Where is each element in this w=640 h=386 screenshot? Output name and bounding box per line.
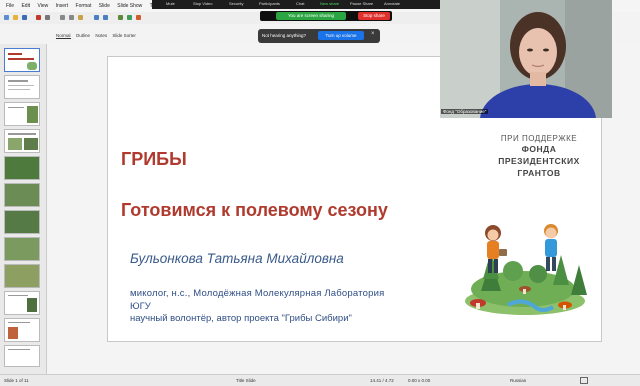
slide-thumb[interactable] — [4, 210, 40, 234]
table-icon[interactable] — [118, 15, 123, 20]
zoom-toolbar: Mute Stop Video Security Participants Ch… — [152, 0, 442, 9]
slide-layout: Title Slide — [236, 378, 256, 383]
slide-thumb[interactable] — [4, 291, 40, 315]
zoom-mute[interactable]: Mute — [166, 1, 175, 6]
zoom-security[interactable]: Security — [229, 1, 243, 6]
org-line-1: ПРИ ПОДДЕРЖКЕ — [500, 134, 578, 143]
tab-outline[interactable]: Outline — [76, 33, 90, 38]
affiliation-line-3: научный волонтёр, автор проекта "Грибы С… — [130, 313, 352, 324]
screen-sharing-indicator: You are screen sharing — [276, 12, 346, 20]
zoom-participants[interactable]: Participants — [259, 1, 280, 6]
object-size: 0.00 x 0.00 — [408, 378, 431, 383]
slide-thumb[interactable] — [4, 129, 40, 153]
cursor-position: 14.41 / 4.72 — [370, 378, 394, 383]
affiliation-line-1: миколог, н.с., Молодёжная Молекулярная Л… — [130, 288, 385, 299]
image-icon[interactable] — [127, 15, 132, 20]
slide-thumb[interactable] — [4, 237, 40, 261]
zoom-pause-share[interactable]: Pause Share — [350, 1, 373, 6]
chart-icon[interactable] — [136, 15, 141, 20]
save-icon[interactable] — [22, 15, 27, 20]
webcam-name-label: Фонд "Образование" — [441, 109, 489, 114]
zoom-annotate[interactable]: Annotate — [384, 1, 400, 6]
menu-slide-show[interactable]: Slide Show — [117, 0, 142, 12]
slide-thumb[interactable] — [4, 345, 40, 367]
tab-slide-sorter[interactable]: Slide Sorter — [112, 33, 136, 38]
affiliation-line-2: ЮГУ — [130, 301, 151, 312]
export-icon[interactable] — [36, 15, 41, 20]
paste-icon[interactable] — [78, 15, 83, 20]
slide-thumb[interactable] — [4, 156, 40, 180]
slide-subtitle: Готовимся к полевому сезону — [121, 200, 388, 220]
slide-count: Slide 1 of 11 — [4, 378, 29, 383]
author-name: Бульонкова Татьяна Михайловна — [130, 251, 344, 266]
redo-icon[interactable] — [103, 15, 108, 20]
language-status[interactable]: Russian — [510, 378, 526, 383]
slide-title: ГРИБЫ — [121, 149, 187, 169]
zoom-stop-video[interactable]: Stop Video — [193, 1, 213, 6]
turn-up-volume-button[interactable]: Turn up volume — [318, 31, 364, 40]
copy-icon[interactable] — [69, 15, 74, 20]
org-line-4: ГРАНТОВ — [517, 168, 561, 178]
tab-notes[interactable]: Notes — [95, 33, 107, 38]
new-doc-icon[interactable] — [4, 15, 9, 20]
close-icon[interactable]: × — [371, 31, 375, 37]
zoom-chat[interactable]: Chat — [296, 1, 304, 6]
menu-view[interactable]: View — [37, 0, 48, 12]
menu-slide[interactable]: Slide — [99, 0, 110, 12]
menu-format[interactable]: Format — [76, 0, 92, 12]
open-icon[interactable] — [13, 15, 18, 20]
menu-file[interactable]: File — [6, 0, 14, 12]
presenter-video — [440, 0, 612, 118]
undo-icon[interactable] — [94, 15, 99, 20]
tab-normal[interactable]: Normal — [56, 33, 71, 39]
slide-thumb[interactable] — [4, 183, 40, 207]
forest-illustration — [465, 224, 587, 315]
print-icon[interactable] — [45, 15, 50, 20]
fit-slide-icon[interactable] — [580, 377, 588, 384]
slide-thumb[interactable] — [4, 102, 40, 126]
zoom-new-share[interactable]: New share — [320, 1, 339, 6]
slide-thumb[interactable] — [4, 318, 40, 342]
slide-thumb[interactable] — [4, 48, 40, 72]
webcam-video — [440, 0, 612, 118]
notification-text: Not hearing anything? — [262, 33, 307, 38]
slide-thumb[interactable] — [4, 75, 40, 99]
cut-icon[interactable] — [60, 15, 65, 20]
status-bar: Slide 1 of 11 Title Slide 14.41 / 4.72 0… — [0, 374, 640, 386]
view-tabs: Normal Outline Notes Slide Sorter — [56, 33, 140, 39]
stop-share-button[interactable]: Stop share — [358, 12, 390, 20]
slide-panel — [0, 44, 47, 374]
org-line-3: ПРЕЗИДЕНТСКИХ — [498, 156, 580, 166]
menu-insert[interactable]: Insert — [56, 0, 69, 12]
org-line-2: ФОНДА — [521, 144, 557, 154]
menu-edit[interactable]: Edit — [21, 0, 30, 12]
slide-thumb[interactable] — [4, 264, 40, 288]
